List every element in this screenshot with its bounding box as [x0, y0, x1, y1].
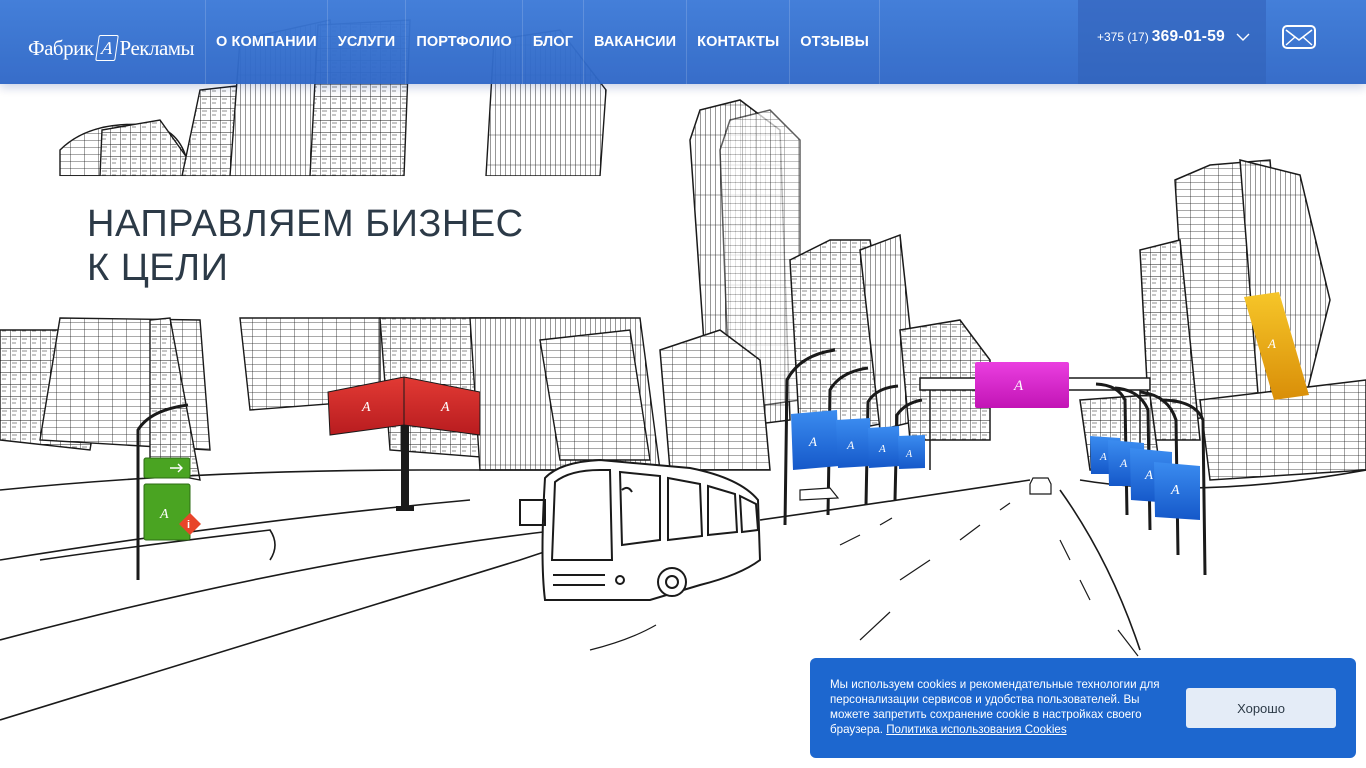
car-sketch — [799, 477, 1052, 501]
nav-item-vacancies[interactable]: Вакансии — [583, 0, 686, 84]
cookie-policy-link[interactable]: Политика использования Cookies — [886, 723, 1066, 736]
chevron-down-icon — [1236, 33, 1250, 41]
billboard-logo-mark: А — [1013, 378, 1024, 394]
nav-item-portfolio[interactable]: Портфолио — [405, 0, 522, 84]
flag-logo-mark: А — [1119, 456, 1128, 470]
nav-item-services[interactable]: Услуги — [326, 0, 406, 84]
phone-prefix: +375 (17) — [1097, 30, 1149, 44]
logo-text-left: Фабрик — [28, 35, 94, 60]
nav-item-contacts[interactable]: Контакты — [686, 0, 789, 84]
phone-number[interactable]: 369-01-59 — [1152, 28, 1225, 46]
headline-line-2: к цели — [87, 247, 229, 289]
nav-item-reviews[interactable]: Отзывы — [789, 0, 880, 84]
flag-logo-mark: А — [878, 443, 886, 455]
logo-mark-icon: А — [94, 35, 119, 61]
info-icon: i — [187, 519, 190, 531]
flag-logo-mark: А — [846, 438, 855, 452]
site-logo[interactable]: Фабрик А Рекламы — [28, 34, 195, 62]
site-header: Фабрик А Рекламы О компании Услуги Портф… — [0, 0, 1366, 84]
flag-logo-mark: А — [1144, 467, 1153, 482]
cookie-banner: Мы используем cookies и рекомендательные… — [810, 658, 1356, 758]
logo-text-right: Рекламы — [119, 35, 195, 60]
main-nav: О компании Услуги Портфолио Блог Ваканси… — [205, 0, 880, 84]
hero-headline: Направляем бизнес к цели — [87, 202, 647, 290]
phone-dropdown[interactable]: +375 (17) 369-01-59 — [1078, 0, 1266, 84]
headline-line-1: Направляем бизнес — [87, 203, 524, 245]
billboard-logo-mark: А — [440, 400, 450, 415]
magenta-billboard: А — [975, 362, 1069, 408]
nav-item-about[interactable]: О компании — [205, 0, 327, 84]
flag-logo-mark: А — [905, 449, 913, 460]
sign-logo-mark: А — [159, 507, 169, 522]
billboard-logo-mark: А — [1267, 336, 1276, 351]
city-sketch: А А А i А А А А А А А А А А — [0, 19, 1366, 721]
flag-logo-mark: А — [808, 434, 817, 449]
hero-illustration: А А А i А А А А А А А А А А — [0, 0, 1366, 768]
cookie-accept-button[interactable]: Хорошо — [1186, 688, 1336, 728]
flag-logo-mark: А — [1170, 483, 1180, 498]
bus-sketch — [519, 458, 762, 601]
billboard-logo-mark: А — [361, 400, 371, 415]
mail-icon[interactable] — [1280, 24, 1318, 50]
cookie-message: Мы используем cookies и рекомендательные… — [830, 677, 1180, 737]
hero-headline-panel: Направляем бизнес к цели — [0, 176, 658, 317]
flag-logo-mark: А — [1099, 451, 1107, 463]
nav-item-blog[interactable]: Блог — [521, 0, 583, 84]
